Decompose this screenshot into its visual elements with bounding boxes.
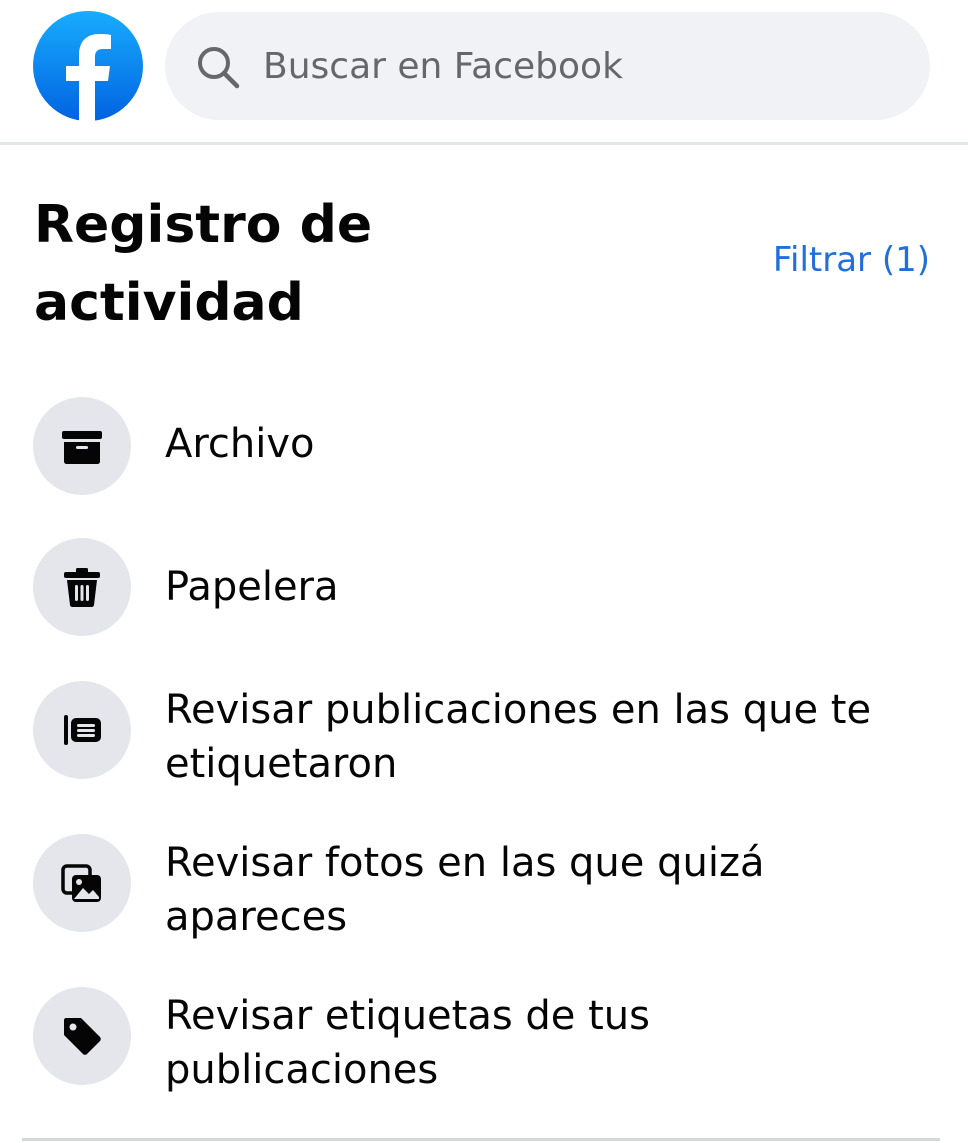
header-divider [0, 142, 968, 145]
tagged-posts-icon [33, 681, 131, 779]
menu-item-label: Revisar fotos en las que quizá apareces [165, 840, 765, 940]
top-bar [0, 0, 968, 142]
filter-link[interactable]: Filtrar (1) [773, 238, 930, 282]
page-title: Registro de actividad [34, 195, 373, 333]
menu-item-review-tagged-posts[interactable]: Revisar publicaciones en las que te etiq… [33, 681, 933, 791]
archive-icon [33, 397, 131, 495]
search-bar[interactable] [165, 12, 930, 120]
menu-item-label: Revisar etiquetas de tus publicaciones [165, 993, 650, 1093]
menu-item-review-post-tags[interactable]: Revisar etiquetas de tus publicaciones [33, 987, 933, 1097]
menu-item-label: Archivo [165, 421, 315, 467]
search-icon [198, 47, 240, 89]
trash-icon [33, 538, 131, 636]
facebook-logo-icon[interactable] [33, 11, 143, 121]
menu-item-label: Revisar publicaciones en las que te etiq… [165, 687, 872, 787]
menu-item-label: Papelera [165, 564, 339, 610]
menu-item-archive[interactable]: Archivo [33, 397, 933, 495]
search-input[interactable] [263, 34, 903, 98]
photos-icon [33, 834, 131, 932]
menu-item-review-photos[interactable]: Revisar fotos en las que quizá apareces [33, 834, 933, 944]
section-divider [22, 1138, 940, 1141]
tag-icon [33, 987, 131, 1085]
menu-item-trash[interactable]: Papelera [33, 538, 933, 636]
